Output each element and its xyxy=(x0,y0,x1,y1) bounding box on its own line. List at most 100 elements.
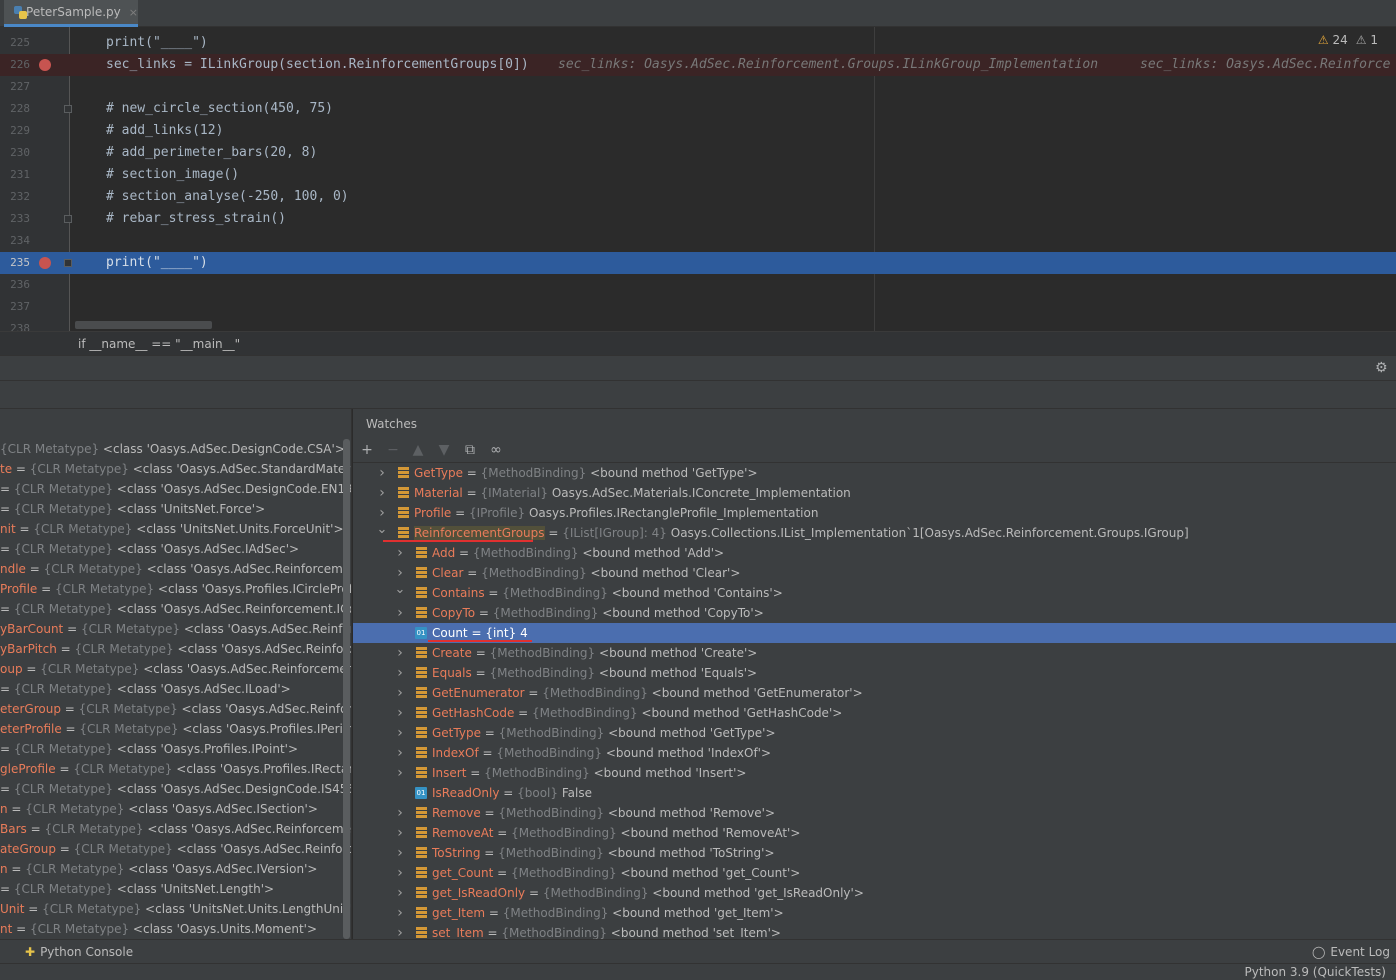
chevron-down-icon[interactable]: ⌄ xyxy=(394,583,406,597)
line-number[interactable]: 232 xyxy=(0,186,30,208)
file-tab[interactable]: PeterSample.py × xyxy=(4,0,138,27)
remove-watch-icon[interactable]: − xyxy=(384,441,402,459)
fold-marker-icon[interactable] xyxy=(64,259,72,267)
watch-row[interactable]: › get_Count = {MethodBinding} <bound meth… xyxy=(353,863,1396,883)
close-tab-icon[interactable]: × xyxy=(129,6,138,19)
line-number[interactable]: 230 xyxy=(0,142,30,164)
chevron-right-icon[interactable]: › xyxy=(394,683,406,703)
code-line[interactable]: 229 # add_links(12) xyxy=(0,120,1396,142)
chevron-right-icon[interactable]: › xyxy=(376,483,388,503)
variables-panel[interactable]: {CLR Metatype} <class 'Oasys.AdSec.Desig… xyxy=(0,409,352,939)
line-number[interactable]: 236 xyxy=(0,274,30,296)
chevron-right-icon[interactable]: › xyxy=(394,863,406,883)
watch-row[interactable]: › get_Item = {MethodBinding} <bound metho… xyxy=(353,903,1396,923)
chevron-down-icon[interactable]: ⌄ xyxy=(376,523,388,537)
variable-row[interactable]: oup = {CLR Metatype} <class 'Oasys.AdSec… xyxy=(0,659,351,679)
variable-row[interactable]: Profile = {CLR Metatype} <class 'Oasys.P… xyxy=(0,579,351,599)
chevron-right-icon[interactable]: › xyxy=(394,603,406,623)
variable-row[interactable]: yBarPitch = {CLR Metatype} <class 'Oasys… xyxy=(0,639,351,659)
variable-row[interactable]: nt = {CLR Metatype} <class 'Oasys.Units.… xyxy=(0,919,317,939)
line-number[interactable]: 238 xyxy=(0,318,30,331)
watch-row[interactable]: 01 IsReadOnly = {bool} False xyxy=(353,783,1396,803)
watch-row[interactable]: › Profile = {IProfile} Oasys.Profiles.IRe… xyxy=(353,503,1396,523)
move-up-icon[interactable]: ▲ xyxy=(409,441,427,459)
gear-icon[interactable]: ⚙ xyxy=(1375,361,1389,375)
variable-row[interactable]: gleProfile = {CLR Metatype} <class 'Oasy… xyxy=(0,759,351,779)
variable-row[interactable]: nit = {CLR Metatype} <class 'UnitsNet.Un… xyxy=(0,519,344,539)
watch-row[interactable]: 01 Count = {int} 4 xyxy=(353,623,1396,643)
variable-row[interactable]: Bars = {CLR Metatype} <class 'Oasys.AdSe… xyxy=(0,819,351,839)
watch-row[interactable]: › GetHashCode = {MethodBinding} <bound me… xyxy=(353,703,1396,723)
watch-row[interactable]: › ToString = {MethodBinding} <bound metho… xyxy=(353,843,1396,863)
chevron-right-icon[interactable]: › xyxy=(394,923,406,939)
variable-row[interactable]: {CLR Metatype} <class 'Oasys.AdSec.Desig… xyxy=(0,439,345,459)
code-line[interactable]: 235 print("____") xyxy=(0,252,1396,274)
variable-row[interactable]: ateGroup = {CLR Metatype} <class 'Oasys.… xyxy=(0,839,351,859)
warnings-indicator[interactable]: ⚠ 24 xyxy=(1318,33,1348,47)
event-log-button[interactable]: ◯ Event Log xyxy=(1312,945,1390,959)
watch-row[interactable]: › Insert = {MethodBinding} <bound method … xyxy=(353,763,1396,783)
chevron-right-icon[interactable]: › xyxy=(394,803,406,823)
variable-row[interactable]: n = {CLR Metatype} <class 'Oasys.AdSec.I… xyxy=(0,799,318,819)
chevron-right-icon[interactable]: › xyxy=(394,723,406,743)
variable-row[interactable]: eterProfile = {CLR Metatype} <class 'Oas… xyxy=(0,719,351,739)
line-number[interactable]: 228 xyxy=(0,98,30,120)
line-number[interactable]: 226 xyxy=(0,54,30,76)
watch-row[interactable]: › set_Item = {MethodBinding} <bound metho… xyxy=(353,923,1396,939)
chevron-right-icon[interactable]: › xyxy=(376,503,388,523)
code-editor[interactable]: 225 print("____") 226 sec_links = ILinkGrou… xyxy=(0,27,1396,331)
variable-row[interactable]: yBarCount = {CLR Metatype} <class 'Oasys… xyxy=(0,619,351,639)
code-line[interactable]: 227 xyxy=(0,76,1396,98)
chevron-right-icon[interactable]: › xyxy=(394,843,406,863)
line-number[interactable]: 233 xyxy=(0,208,30,230)
chevron-right-icon[interactable]: › xyxy=(394,703,406,723)
watch-row[interactable]: › GetType = {MethodBinding} <bound method… xyxy=(353,723,1396,743)
chevron-right-icon[interactable]: › xyxy=(394,763,406,783)
copy-watch-icon[interactable]: ⧉ xyxy=(461,441,479,459)
variable-row[interactable]: = {CLR Metatype} <class 'UnitsNet.Force'… xyxy=(0,499,265,519)
variable-row[interactable]: ndle = {CLR Metatype} <class 'Oasys.AdSe… xyxy=(0,559,351,579)
breadcrumb[interactable]: if __name__ == "__main__" xyxy=(0,331,1396,355)
variable-row[interactable]: = {CLR Metatype} <class 'Oasys.AdSec.IAd… xyxy=(0,539,299,559)
watch-row[interactable]: › Equals = {MethodBinding} <bound method … xyxy=(353,663,1396,683)
watch-row[interactable]: › CopyTo = {MethodBinding} <bound method … xyxy=(353,603,1396,623)
chevron-right-icon[interactable]: › xyxy=(394,663,406,683)
variable-row[interactable]: n = {CLR Metatype} <class 'Oasys.AdSec.I… xyxy=(0,859,317,879)
watch-row[interactable]: › GetEnumerator = {MethodBinding} <bound … xyxy=(353,683,1396,703)
code-line[interactable]: 233 # rebar_stress_strain() xyxy=(0,208,1396,230)
watch-row[interactable]: › IndexOf = {MethodBinding} <bound method… xyxy=(353,743,1396,763)
variable-row[interactable]: = {CLR Metatype} <class 'UnitsNet.Length… xyxy=(0,879,274,899)
inspection-widget[interactable]: ⚠ 24 ⚠ 1 xyxy=(1318,33,1378,47)
line-number[interactable]: 235 xyxy=(0,252,30,274)
chevron-right-icon[interactable]: › xyxy=(394,743,406,763)
chevron-right-icon[interactable]: › xyxy=(394,543,406,563)
watch-row[interactable]: › Material = {IMaterial} Oasys.AdSec.Mate… xyxy=(353,483,1396,503)
chevron-right-icon[interactable]: › xyxy=(394,563,406,583)
breakpoint-icon[interactable] xyxy=(39,59,51,71)
breadcrumb-item[interactable]: if __name__ == "__main__" xyxy=(78,337,240,351)
code-line[interactable]: 234 xyxy=(0,230,1396,252)
fold-marker-icon[interactable] xyxy=(64,105,72,113)
editor-horizontal-scrollbar[interactable] xyxy=(75,321,212,329)
watch-row[interactable]: › get_IsReadOnly = {MethodBinding} <bound… xyxy=(353,883,1396,903)
line-number[interactable]: 229 xyxy=(0,120,30,142)
watch-row[interactable]: › Create = {MethodBinding} <bound method … xyxy=(353,643,1396,663)
breakpoint-icon[interactable] xyxy=(39,257,51,269)
line-number[interactable]: 227 xyxy=(0,76,30,98)
chevron-right-icon[interactable]: › xyxy=(394,823,406,843)
python-console-button[interactable]: ✚ Python Console xyxy=(25,945,133,959)
code-line[interactable]: 237 xyxy=(0,296,1396,318)
variable-row[interactable]: = {CLR Metatype} <class 'Oasys.AdSec.Des… xyxy=(0,779,351,799)
watch-row[interactable]: › GetType = {MethodBinding} <bound method… xyxy=(353,463,1396,483)
watches-panel[interactable]: Watches + − ▲ ▼ ⧉ ∞ › GetType = {MethodBi… xyxy=(353,409,1396,939)
variable-row[interactable]: = {CLR Metatype} <class 'Oasys.AdSec.Des… xyxy=(0,479,351,499)
weak-warnings-indicator[interactable]: ⚠ 1 xyxy=(1356,33,1378,47)
watch-row[interactable]: › RemoveAt = {MethodBinding} <bound metho… xyxy=(353,823,1396,843)
variable-row[interactable]: eterGroup = {CLR Metatype} <class 'Oasys… xyxy=(0,699,351,719)
code-line[interactable]: 231 # section_image() xyxy=(0,164,1396,186)
variable-row[interactable]: Unit = {CLR Metatype} <class 'UnitsNet.U… xyxy=(0,899,351,919)
code-line[interactable]: 226 sec_links = ILinkGroup(section.Reinfo… xyxy=(0,54,1396,76)
fold-marker-icon[interactable] xyxy=(64,215,72,223)
code-line[interactable]: 228 # new_circle_section(450, 75) xyxy=(0,98,1396,120)
line-number[interactable]: 234 xyxy=(0,230,30,252)
